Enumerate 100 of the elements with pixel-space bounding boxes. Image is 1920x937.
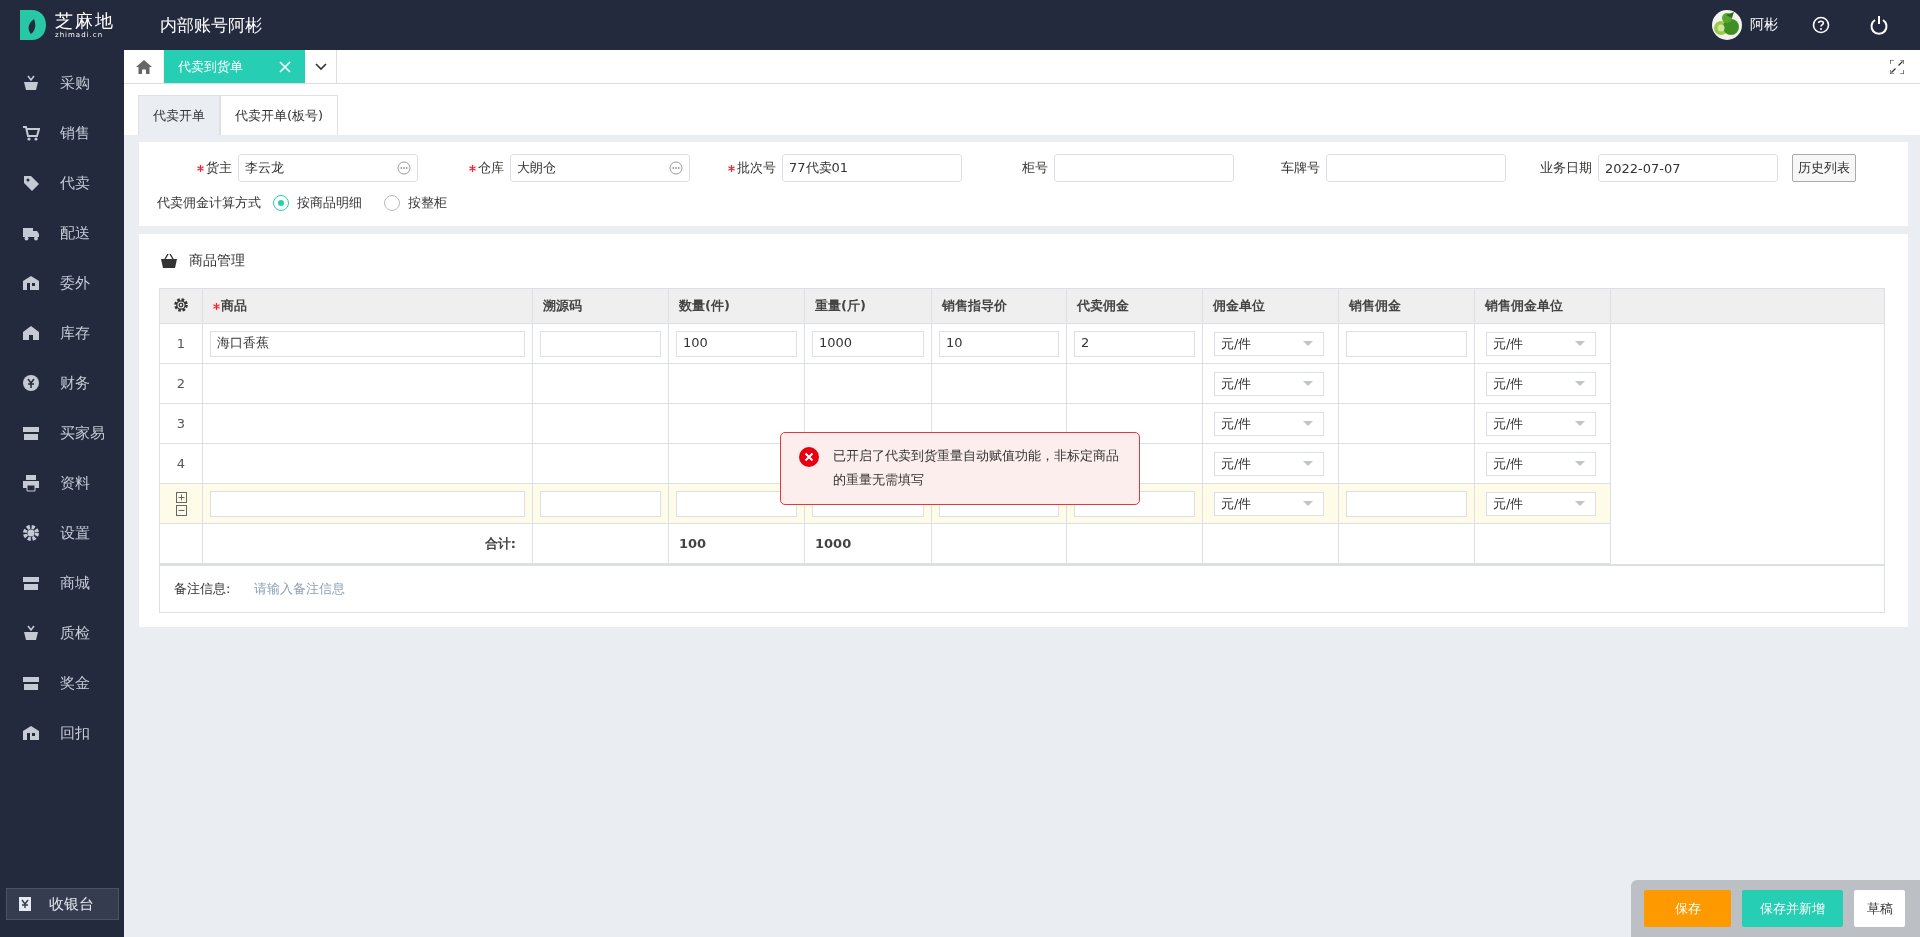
select-field[interactable]: 元/件 xyxy=(1486,331,1596,356)
total-label: 合计: xyxy=(484,535,516,551)
basket-icon xyxy=(22,74,40,92)
app-title: 内部账号阿彬 xyxy=(160,13,262,37)
store-icon xyxy=(22,424,40,442)
input-field[interactable]: 100 xyxy=(676,330,797,357)
input-field[interactable] xyxy=(676,490,797,517)
field-label: 业务日期 xyxy=(1540,159,1592,177)
column-header: 销售指导价 xyxy=(942,297,1007,315)
sidebar-item[interactable]: 回扣 xyxy=(0,708,124,758)
history-button[interactable]: 历史列表 xyxy=(1792,154,1856,182)
caret-icon xyxy=(1575,341,1585,346)
fullscreen-icon[interactable] xyxy=(1890,59,1904,74)
tag-icon xyxy=(22,174,40,192)
draft-button[interactable]: 草稿 xyxy=(1854,890,1905,927)
select-field[interactable]: 元/件 xyxy=(1214,491,1324,516)
remove-row-icon[interactable] xyxy=(175,504,187,516)
caret-icon xyxy=(1575,501,1585,506)
sub-tab[interactable]: 代卖开单(板号) xyxy=(220,95,339,135)
caret-icon xyxy=(1303,461,1313,466)
input-field[interactable]: 1000 xyxy=(812,330,924,357)
input-field[interactable]: 2 xyxy=(1074,330,1195,357)
column-header: 数量(件) xyxy=(679,297,730,315)
sidebar-item[interactable]: 销售 xyxy=(0,108,124,158)
sidebar-item[interactable]: 委外 xyxy=(0,258,124,308)
settings-icon[interactable] xyxy=(173,296,189,313)
input-field[interactable]: 10 xyxy=(939,330,1059,357)
select-field[interactable]: 元/件 xyxy=(1486,491,1596,516)
store-icon xyxy=(22,674,40,692)
caret-icon xyxy=(1303,421,1313,426)
basket-icon xyxy=(22,624,40,642)
input-field[interactable] xyxy=(540,490,661,517)
caret-icon xyxy=(314,62,327,71)
more-icon[interactable] xyxy=(669,161,683,175)
printer-icon xyxy=(22,474,40,492)
caret-icon xyxy=(1303,341,1313,346)
sub-tab[interactable]: 代卖开单 xyxy=(138,95,220,135)
column-header: 代卖佣金 xyxy=(1077,297,1129,315)
total-value: 1000 xyxy=(814,536,852,551)
sidebar-item[interactable]: 商城 xyxy=(0,558,124,608)
sidebar-item[interactable]: 采购 xyxy=(0,58,124,108)
input-field[interactable] xyxy=(1054,154,1234,182)
power-icon[interactable] xyxy=(1870,15,1888,35)
input-field[interactable] xyxy=(1346,330,1467,357)
caret-icon xyxy=(1575,381,1585,386)
sidebar-item[interactable]: 财务 xyxy=(0,358,124,408)
input-field[interactable] xyxy=(540,330,661,357)
picker-field[interactable]: 大朗仓 xyxy=(510,154,690,182)
select-field[interactable]: 元/件 xyxy=(1214,331,1324,356)
input-field[interactable] xyxy=(210,490,525,517)
select-field[interactable]: 元/件 xyxy=(1214,411,1324,436)
sidebar-item[interactable]: 质检 xyxy=(0,608,124,658)
field-label: 柜号 xyxy=(1022,159,1048,177)
sidebar-item[interactable]: 库存 xyxy=(0,308,124,358)
select-field[interactable]: 元/件 xyxy=(1486,451,1596,476)
sidebar-item[interactable]: 代卖 xyxy=(0,158,124,208)
column-header: 销售佣金单位 xyxy=(1485,297,1563,315)
row-number: 2 xyxy=(176,376,186,391)
sidebar-item[interactable]: 配送 xyxy=(0,208,124,258)
column-header: 溯源码 xyxy=(543,297,582,315)
sidebar-item[interactable]: 资料 xyxy=(0,458,124,508)
caret-icon xyxy=(1575,461,1585,466)
picker-field[interactable]: 李云龙 xyxy=(238,154,418,182)
caret-icon xyxy=(1303,381,1313,386)
add-row-icon[interactable] xyxy=(175,491,187,503)
home-icon xyxy=(135,59,152,74)
cashier-button[interactable]: 收银台 xyxy=(6,888,119,920)
caret-icon xyxy=(1303,501,1313,506)
input-field[interactable]: 2022-07-07 xyxy=(1598,154,1778,182)
select-field[interactable]: 元/件 xyxy=(1486,371,1596,396)
radio-button[interactable] xyxy=(273,195,289,211)
radio-label[interactable]: 按商品明细 xyxy=(297,194,362,212)
input-field[interactable] xyxy=(1326,154,1506,182)
radio-button[interactable] xyxy=(384,195,400,211)
row-number: 4 xyxy=(176,456,186,471)
select-field[interactable]: 元/件 xyxy=(1486,411,1596,436)
input-field[interactable]: 海口香蕉 xyxy=(210,330,525,357)
more-icon[interactable] xyxy=(397,161,411,175)
error-icon xyxy=(799,447,819,467)
select-field[interactable]: 元/件 xyxy=(1214,451,1324,476)
help-icon[interactable] xyxy=(1812,16,1830,34)
select-field[interactable]: 元/件 xyxy=(1214,371,1324,396)
field-label: 备注信息: xyxy=(174,580,231,598)
sidebar-item[interactable]: 设置 xyxy=(0,508,124,558)
building-icon xyxy=(22,274,40,292)
radio-label[interactable]: 按整柜 xyxy=(408,194,447,212)
sidebar-item[interactable]: 奖金 xyxy=(0,658,124,708)
close-icon[interactable] xyxy=(279,60,291,73)
field-label: 车牌号 xyxy=(1281,159,1320,177)
column-header: 商品 xyxy=(221,297,247,315)
logo-text: 芝麻地 xyxy=(55,11,115,30)
gear-icon xyxy=(22,524,40,542)
input-field[interactable] xyxy=(1346,490,1467,517)
coin-icon xyxy=(22,374,40,392)
field-label: 代卖佣金计算方式 xyxy=(157,194,261,212)
sidebar-item[interactable]: 买家易 xyxy=(0,408,124,458)
cart-icon xyxy=(22,124,40,142)
input-field[interactable]: 77代卖01 xyxy=(782,154,962,182)
column-header: 重量(斤) xyxy=(815,297,866,315)
logo-icon xyxy=(20,10,46,40)
